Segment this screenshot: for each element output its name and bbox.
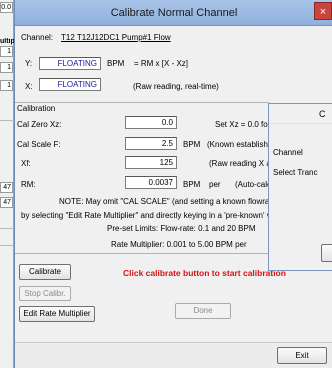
bg-value-cell[interactable]: 1 [0,80,13,91]
x-label: X: [25,82,33,91]
y-value-field: FLOATING [39,57,101,70]
xf-label: Xf: [21,159,31,168]
bg-value-cell: 0.0 [0,2,13,13]
cal-scale-input[interactable]: 2.5 [125,137,177,150]
done-button[interactable]: Done [175,303,231,319]
popup-button[interactable] [321,244,332,262]
group-divider [15,102,269,103]
preset-limits: Pre-set Limits: Flow-rate: 0.1 and 20 BP… [107,224,256,233]
bg-value-cell[interactable]: 1 [0,62,13,73]
dialog-footer: Exit [15,342,332,368]
y-formula: = RM x [X - Xz] [134,59,189,68]
bg-value-cell[interactable]: 1 [0,46,13,57]
bg-multip-label: ultip [0,38,14,45]
bg-divider [0,245,14,246]
channel-value: T12 T12J12DC1 Pump#1 Flow [61,33,171,42]
rm-input[interactable]: 0.0037 [125,176,177,189]
rate-multiplier-range: Rate Multiplier: 0.001 to 5.00 BPM per [111,240,247,249]
dialog-title: Calibrate Normal Channel [15,0,332,26]
popup-channel-label: Channel [273,148,303,157]
transducer-popup: C Channel Select Tranc [268,103,332,271]
bg-divider [0,228,14,229]
bg-divider [0,120,14,121]
bg-value-cell[interactable]: 47 [0,197,13,208]
y-unit: BPM [107,59,125,68]
x-value-field: FLOATING [39,78,101,91]
exit-button[interactable]: Exit [277,347,327,364]
stop-calibration-button[interactable]: Stop Calibr. [19,286,71,301]
popup-title: C [319,109,326,119]
calibrate-hint: Click calibrate button to start calibrat… [123,268,286,278]
popup-select-label: Select Tranc [273,168,318,177]
y-label: Y: [25,59,33,68]
edit-rate-multiplier-button[interactable]: Edit Rate Multiplier [19,306,95,322]
group-divider [15,253,269,254]
calibration-group-label: Calibration [17,104,56,113]
background-window: 0.0 ultip 1 1 1 47 47 [0,0,14,368]
rm-per: per [209,180,221,189]
rm-label: RM: [21,180,36,189]
cal-zero-label: Cal Zero Xz: [17,120,62,129]
cal-scale-unit: BPM [183,140,201,149]
close-icon[interactable]: × [314,2,332,20]
note-line-1: NOTE: May omit "CAL SCALE" (and setting … [59,197,277,206]
cal-zero-input[interactable]: 0.0 [125,116,177,129]
cal-scale-label: Cal Scale F: [17,140,61,149]
rm-unit: BPM [183,180,201,189]
calibrate-button[interactable]: Calibrate [19,264,71,280]
xf-input[interactable]: 125 [125,156,177,169]
note-line-2: by selecting "Edit Rate Multiplier" and … [21,211,276,220]
popup-titlebar: C [269,104,332,124]
x-note: (Raw reading, real-time) [133,82,219,91]
channel-label: Channel: [21,33,54,42]
bg-value-cell[interactable]: 47 [0,182,13,193]
